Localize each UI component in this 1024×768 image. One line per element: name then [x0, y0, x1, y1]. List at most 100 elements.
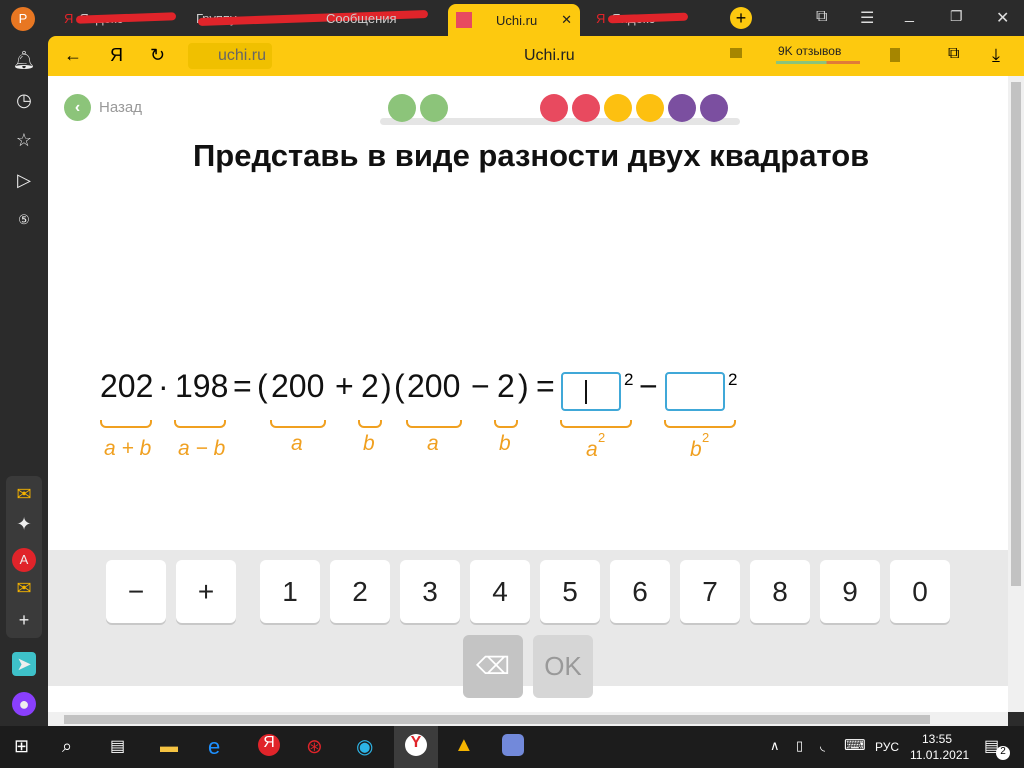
- key-button[interactable]: 8: [750, 560, 810, 623]
- label: a: [427, 432, 439, 455]
- chevron-left-icon: ‹: [64, 94, 91, 121]
- brace: [560, 420, 632, 428]
- key-button[interactable]: 6: [610, 560, 670, 623]
- progress-dot: [420, 94, 448, 122]
- label-exponent: 2: [598, 430, 606, 445]
- progress-dot: [604, 94, 632, 122]
- keyboard-icon[interactable]: ⌨: [844, 736, 866, 754]
- back-icon[interactable]: ←: [64, 45, 82, 66]
- task-view-icon[interactable]: ▤: [110, 736, 125, 756]
- wifi-icon[interactable]: ◟: [820, 738, 825, 754]
- progress-dot: [388, 94, 416, 122]
- close-tab-icon[interactable]: ✕: [561, 12, 572, 28]
- progress-dot: [572, 94, 600, 122]
- windows-start-icon[interactable]: ⊞: [14, 736, 29, 757]
- counter-icon[interactable]: ⑤: [12, 208, 36, 232]
- menu-icon[interactable]: ☰: [860, 8, 874, 28]
- tray-chevron-icon[interactable]: ∧: [770, 738, 780, 754]
- answer-input-b[interactable]: [665, 372, 725, 411]
- yandex-app-icon[interactable]: Я: [258, 734, 280, 756]
- reviews-button[interactable]: 9K отзывов: [778, 44, 841, 58]
- term: 200: [407, 368, 461, 404]
- reload-icon[interactable]: ↻: [150, 45, 165, 66]
- mail-icon[interactable]: ✉: [12, 482, 36, 506]
- paren: (: [394, 368, 405, 404]
- ie-icon[interactable]: e: [208, 734, 220, 760]
- history-icon[interactable]: ◷: [12, 88, 36, 112]
- taskbar: ⊞ ⌕ ▤ ▬ e Я ⊛ ◉ Y ▲ ∧ ▯ ◟ ⌨ РУС 13:55 11…: [0, 726, 1024, 768]
- key-button[interactable]: 0: [890, 560, 950, 623]
- tab[interactable]: Группу: [188, 6, 429, 30]
- tab-active[interactable]: Uchi.ru ✕: [448, 4, 580, 36]
- close-window-icon[interactable]: ✕: [996, 8, 1009, 28]
- ok-button[interactable]: OK: [533, 635, 593, 698]
- key-button[interactable]: 5: [540, 560, 600, 623]
- sparkle-icon[interactable]: ✦: [12, 512, 36, 536]
- star-icon[interactable]: ☆: [12, 128, 36, 152]
- key-button[interactable]: 1: [260, 560, 320, 623]
- alice-icon[interactable]: ●: [12, 692, 36, 716]
- minimize-icon[interactable]: _: [905, 6, 914, 24]
- download-icon[interactable]: ⤓: [992, 45, 1000, 66]
- add-icon[interactable]: +: [12, 608, 36, 632]
- bookmarks-icon[interactable]: ⧉: [816, 8, 827, 26]
- key-button[interactable]: 4: [470, 560, 530, 623]
- new-tab-button[interactable]: +: [730, 7, 752, 29]
- comment-icon[interactable]: [730, 48, 742, 58]
- camera-icon[interactable]: ▯: [796, 738, 803, 754]
- discord-icon[interactable]: [502, 734, 524, 756]
- term: 2: [361, 368, 379, 404]
- clock-time[interactable]: 13:55: [922, 732, 952, 746]
- brace: [664, 420, 736, 428]
- key-button[interactable]: −: [106, 560, 166, 623]
- term: 2: [497, 368, 515, 404]
- bell-icon[interactable]: 🔔︎: [12, 48, 36, 72]
- bookmark-icon[interactable]: [890, 48, 900, 62]
- tab-bar: P ЯЯндекс Группу Сообщения Uchi.ru ✕ ЯЯнд…: [0, 0, 1024, 36]
- operator: −: [639, 368, 658, 404]
- tab[interactable]: ЯЯндекс: [588, 6, 712, 30]
- answer-input-a[interactable]: [561, 372, 621, 411]
- backspace-button[interactable]: ⌫: [463, 635, 523, 698]
- language-indicator[interactable]: РУС: [875, 740, 899, 754]
- operator: −: [471, 368, 490, 404]
- tab-label: Сообщения: [326, 10, 397, 26]
- send-icon[interactable]: ➤: [12, 652, 36, 676]
- app-icon[interactable]: ▲: [454, 734, 474, 757]
- explorer-icon[interactable]: ▬: [160, 736, 178, 757]
- yandex-icon[interactable]: Я: [110, 45, 123, 66]
- exponent: 2: [728, 370, 738, 389]
- key-button[interactable]: 9: [820, 560, 880, 623]
- game-app-icon[interactable]: ⊛: [306, 734, 323, 759]
- tab-label: Uchi.ru: [496, 12, 538, 28]
- horizontal-scrollbar[interactable]: [48, 712, 1008, 726]
- search-icon[interactable]: ⌕: [62, 736, 72, 757]
- mail-icon[interactable]: ✉: [12, 576, 36, 600]
- address-bar[interactable]: uchi.ru: [188, 43, 272, 69]
- play-icon[interactable]: ▷: [12, 168, 36, 192]
- tab[interactable]: ЯЯндекс: [56, 6, 184, 30]
- key-button[interactable]: 7: [680, 560, 740, 623]
- operator: ·: [158, 368, 169, 404]
- label: a + b: [104, 437, 152, 460]
- operator: =: [536, 368, 555, 404]
- profile-avatar[interactable]: P: [11, 7, 35, 31]
- brace: [270, 420, 326, 428]
- clock-date[interactable]: 11.01.2021: [910, 748, 969, 762]
- progress-dot: [668, 94, 696, 122]
- restore-icon[interactable]: ❐: [950, 8, 963, 25]
- brace: [358, 420, 382, 428]
- back-link[interactable]: ‹ Назад: [64, 94, 142, 121]
- key-button[interactable]: 3: [400, 560, 460, 623]
- label: b: [690, 438, 702, 461]
- key-button[interactable]: 2: [330, 560, 390, 623]
- label: a − b: [178, 437, 226, 460]
- key-button[interactable]: +: [176, 560, 236, 623]
- tab[interactable]: Сообщения: [318, 6, 442, 30]
- translate-icon[interactable]: A: [12, 548, 36, 572]
- edge-icon[interactable]: ◉: [356, 734, 373, 759]
- reader-icon[interactable]: ⧉: [948, 45, 959, 63]
- vertical-scrollbar[interactable]: [1008, 76, 1024, 712]
- browser-sidebar: 🔔︎ ◷ ☆ ▷ ⑤ ✉ ✦ A ✉ + ➤ ●: [0, 36, 48, 726]
- operator: +: [335, 368, 354, 404]
